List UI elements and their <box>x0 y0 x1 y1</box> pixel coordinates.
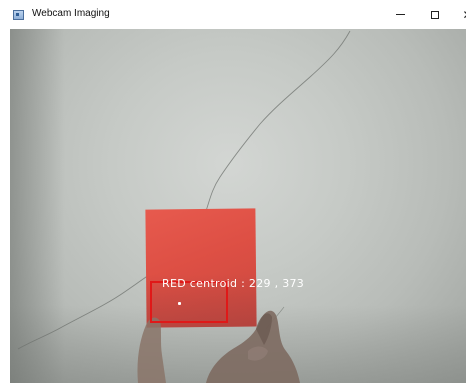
window-title: Webcam Imaging <box>32 8 110 19</box>
webcam-imaging-window: Webcam Imaging ✕ RED centroid : 229 , 37 <box>0 0 466 383</box>
webcam-feed: RED centroid : 229 , 373 <box>10 29 466 383</box>
holding-hand <box>137 310 300 383</box>
maximize-icon <box>430 10 439 19</box>
minimize-button[interactable] <box>384 0 417 29</box>
close-icon: ✕ <box>462 9 466 21</box>
close-button[interactable]: ✕ <box>451 0 466 29</box>
app-window-icon <box>13 10 24 20</box>
maximize-button[interactable] <box>418 0 451 29</box>
title-bar[interactable]: Webcam Imaging ✕ <box>0 0 466 29</box>
minimize-icon <box>396 14 405 15</box>
centroid-marker <box>178 302 181 305</box>
centroid-label: RED centroid : 229 , 373 <box>162 277 305 290</box>
